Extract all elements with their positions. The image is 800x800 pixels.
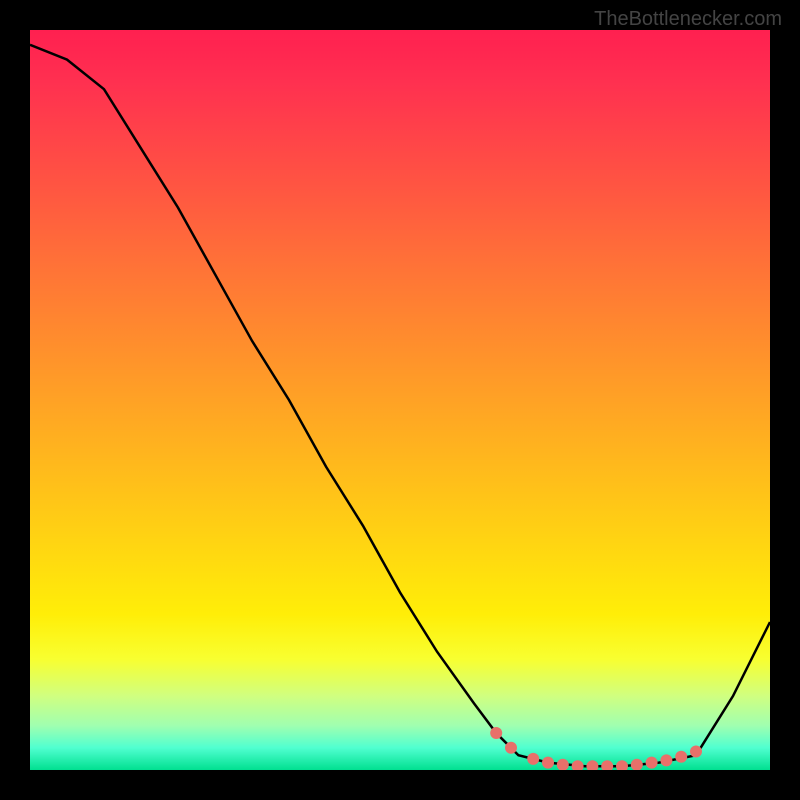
marker-dot [631,759,643,770]
marker-dot [675,751,687,763]
marker-dot [572,760,584,770]
marker-dot [490,727,502,739]
marker-dot [646,757,658,769]
marker-dot [542,757,554,769]
chart-svg [30,30,770,770]
marker-dot [505,742,517,754]
bottleneck-curve [30,45,770,767]
marker-dot [660,754,672,766]
marker-dot [690,746,702,758]
watermark-text: TheBottlenecker.com [594,8,782,31]
chart-container [30,30,770,770]
marker-dot [557,759,569,770]
marker-dot [586,760,598,770]
marker-dot [527,753,539,765]
marker-points [490,727,702,770]
marker-dot [616,760,628,770]
marker-dot [601,760,613,770]
